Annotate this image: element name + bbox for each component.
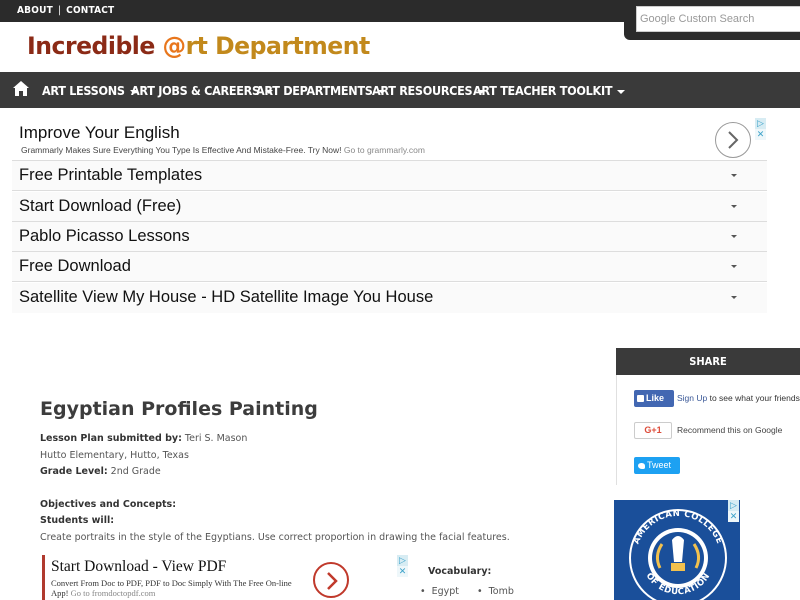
- ad-row-label: Free Printable Templates: [19, 166, 203, 184]
- inline-ad-url[interactable]: Go to fromdoctopdf.com: [71, 588, 156, 598]
- nav-art-teacher-toolkit-label: ART TEACHER TOOLKIT: [473, 83, 613, 98]
- ad-block: Improve Your English Grammarly Makes Sur…: [12, 118, 767, 313]
- share-panel: Like Sign Up to see what your friends li…: [616, 375, 800, 485]
- list-item: Egypt: [420, 586, 459, 597]
- college-seal-icon: AMERICAN COLLEGE OF EDUCATION: [629, 509, 727, 600]
- ad-row-label: Free Download: [19, 257, 131, 275]
- chevron-down-icon: [617, 89, 626, 94]
- tweet-label: Tweet: [647, 460, 672, 470]
- nav-art-departments[interactable]: ART DEPARTMENTS: [256, 83, 386, 98]
- submitted-name: Teri S. Mason: [181, 433, 248, 444]
- about-link[interactable]: ABOUT: [17, 5, 53, 16]
- school-name: Hutto Elementary, Hutto, Texas: [40, 450, 189, 461]
- students-will-label: Students will:: [40, 515, 115, 526]
- college-ad[interactable]: AMERICAN COLLEGE OF EDUCATION ▷ ✕: [614, 500, 740, 600]
- caret-down-icon: [731, 235, 737, 238]
- ad-row[interactable]: Pablo Picasso Lessons: [12, 222, 767, 252]
- google-plus-button[interactable]: G+1: [634, 422, 672, 439]
- adchoices-icon[interactable]: ▷ ✕: [728, 500, 739, 522]
- ad-title[interactable]: Improve Your English: [19, 123, 180, 143]
- objectives-heading: Objectives and Concepts:: [40, 499, 176, 510]
- nav-art-resources-label: ART RESOURCES: [372, 83, 473, 98]
- nav-art-lessons[interactable]: ART LESSONS: [42, 83, 138, 98]
- top-links-separator: |: [57, 5, 62, 16]
- adchoices-icon[interactable]: ▷ ✕: [755, 118, 766, 140]
- caret-down-icon: [731, 174, 737, 177]
- inline-ad-text: Convert From Doc to PDF, PDF to Doc Simp…: [51, 578, 306, 598]
- submitted-by: Lesson Plan submitted by: Teri S. Mason: [40, 433, 247, 444]
- adchoices-icon[interactable]: ▷ ✕: [397, 555, 408, 577]
- objectives-label: Objectives and Concepts:: [40, 499, 177, 510]
- top-links: ABOUT | CONTACT: [17, 5, 114, 16]
- like-text: Sign Up to see what your friends like.: [677, 393, 800, 403]
- thumbs-up-icon: [637, 395, 644, 403]
- contact-link[interactable]: CONTACT: [66, 5, 114, 16]
- logo-text-1: Incredible: [27, 32, 163, 60]
- facebook-like-button[interactable]: Like: [634, 390, 674, 407]
- signup-link[interactable]: Sign Up: [677, 393, 707, 403]
- caret-down-icon: [731, 265, 737, 268]
- like-text-rest: to see what your friends like.: [709, 393, 800, 403]
- nav-art-teacher-toolkit[interactable]: ART TEACHER TOOLKIT: [473, 83, 626, 98]
- ad-subtitle-text: Grammarly Makes Sure Everything You Type…: [21, 145, 342, 155]
- ad-go-button[interactable]: [715, 122, 751, 158]
- page-title: Egyptian Profiles Painting: [40, 398, 318, 420]
- nav-art-jobs-label: ART JOBS & CAREERS: [131, 83, 260, 98]
- nav-art-departments-label: ART DEPARTMENTS: [256, 83, 373, 98]
- ad-row[interactable]: Satellite View My House - HD Satellite I…: [12, 283, 767, 313]
- caret-down-icon: [731, 296, 737, 299]
- main-nav: ART LESSONS ART JOBS & CAREERS ART DEPAR…: [0, 72, 800, 108]
- ad-subtitle: Grammarly Makes Sure Everything You Type…: [21, 145, 425, 155]
- search-container: [624, 0, 800, 40]
- like-label: Like: [646, 393, 665, 403]
- students-will-heading: Students will:: [40, 515, 114, 526]
- ad-row-label: Pablo Picasso Lessons: [19, 227, 190, 245]
- twitter-bird-icon: [638, 462, 645, 469]
- inline-ad[interactable]: Start Download - View PDF Convert From D…: [42, 555, 408, 600]
- ad-url[interactable]: Go to grammarly.com: [344, 145, 425, 155]
- inline-ad-title[interactable]: Start Download - View PDF: [51, 558, 226, 576]
- grade-level: Grade Level: 2nd Grade: [40, 466, 161, 477]
- logo-text-2: rt Department: [185, 32, 371, 60]
- nav-art-lessons-label: ART LESSONS: [42, 83, 125, 98]
- logo-at: @: [162, 32, 187, 60]
- nav-art-jobs[interactable]: ART JOBS & CAREERS: [131, 83, 273, 98]
- ad-row[interactable]: Free Printable Templates: [12, 161, 767, 191]
- objective-text: Create portraits in the style of the Egy…: [40, 532, 510, 543]
- gplus-text: Recommend this on Google: [677, 425, 783, 435]
- grade-value: 2nd Grade: [107, 466, 161, 477]
- ad-row[interactable]: Free Download: [12, 252, 767, 282]
- nav-art-resources[interactable]: ART RESOURCES: [372, 83, 486, 98]
- ad-row[interactable]: Start Download (Free): [12, 192, 767, 222]
- home-icon[interactable]: [12, 80, 30, 98]
- search-input[interactable]: [636, 6, 800, 32]
- share-header: SHARE: [616, 348, 800, 375]
- inline-ad-go-button[interactable]: [313, 562, 349, 598]
- chevron-right-icon: [327, 572, 338, 590]
- tweet-button[interactable]: Tweet: [634, 457, 680, 474]
- vocabulary-heading: Vocabulary:: [428, 566, 492, 577]
- caret-down-icon: [731, 205, 737, 208]
- site-logo[interactable]: Incredible @rt Department: [27, 32, 370, 60]
- ad-row-label: Start Download (Free): [19, 197, 182, 215]
- submitted-label: Lesson Plan submitted by:: [40, 433, 182, 444]
- chevron-right-icon: [728, 131, 739, 149]
- list-item: Tomb: [477, 586, 514, 597]
- grade-label: Grade Level:: [40, 466, 108, 477]
- ad-row-label: Satellite View My House - HD Satellite I…: [19, 288, 434, 306]
- ad-headline[interactable]: Improve Your English Grammarly Makes Sur…: [12, 118, 767, 161]
